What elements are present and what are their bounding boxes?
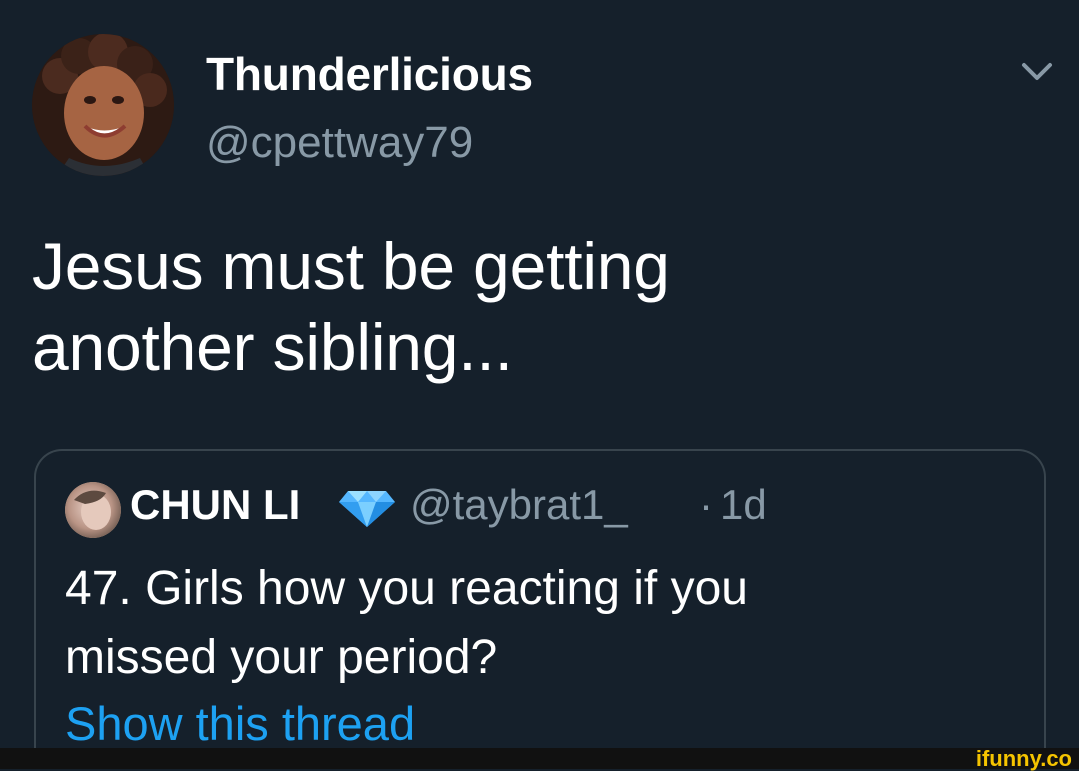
ifunny-watermark: ifunny.co (975, 746, 1072, 771)
tweet-text: Jesus must be getting another sibling... (32, 229, 670, 384)
author-display-name[interactable]: Thunderlicious (206, 46, 533, 102)
quoted-tweet-timestamp[interactable]: 1d (720, 479, 767, 531)
quoted-author-display-name[interactable]: CHUN LI (130, 479, 300, 531)
diamond-badge (338, 488, 396, 528)
show-thread-link[interactable]: Show this thread (65, 696, 415, 749)
author-handle[interactable]: @cpettway79 (206, 116, 473, 170)
chevron-down-icon (1022, 63, 1052, 80)
quoted-tweet-text: 47. Girls how you reacting if you missed… (65, 562, 748, 684)
quoted-tweet-card[interactable]: CHUN LI @taybrat1_ · 1d 47. Girls how yo… (34, 449, 1046, 749)
diamond-icon (339, 491, 395, 527)
watermark-bar (0, 748, 1079, 769)
meta-separator: · (699, 481, 713, 528)
tweet-menu-button[interactable] (1018, 58, 1056, 86)
author-avatar[interactable] (32, 34, 174, 176)
quoted-author-handle[interactable]: @taybrat1_ (410, 479, 628, 531)
profile-photo-icon (32, 34, 174, 176)
quoted-author-avatar[interactable] (65, 482, 121, 538)
profile-photo-icon (65, 482, 121, 538)
